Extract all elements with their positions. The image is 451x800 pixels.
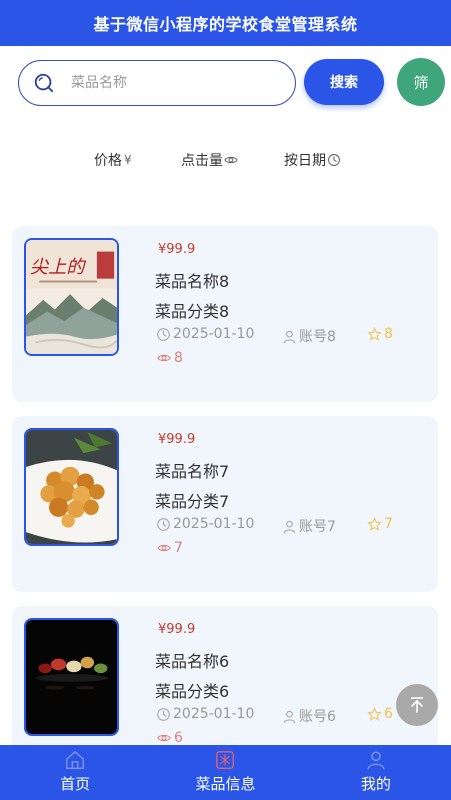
dish-image[interactable] — [24, 428, 119, 546]
price: ¥99.9 — [158, 432, 196, 447]
account-meta: 账号7 — [282, 516, 336, 536]
tab-mine-label: 我的 — [360, 775, 391, 793]
star-count: 8 — [384, 326, 393, 342]
sort-by-date[interactable]: 按日期 — [284, 150, 341, 170]
dish-category: 菜品分类8 — [155, 302, 230, 321]
dish-icon — [216, 751, 235, 769]
eye-icon — [157, 354, 171, 362]
tab-dish-info[interactable]: 菜品信息 — [150, 745, 300, 800]
dish-image[interactable]: 尖上的 — [24, 238, 119, 356]
svg-text:尖上的: 尖上的 — [30, 257, 87, 278]
account-text: 账号7 — [299, 519, 336, 535]
star-icon — [367, 326, 382, 341]
search-box[interactable] — [18, 60, 296, 106]
list-item[interactable]: ¥99.9 菜品名称7 菜品分类7 2025-01-10 账号7 7 7 — [12, 416, 438, 592]
landscape-poster-image: 尖上的 — [26, 240, 117, 354]
account-meta: 账号6 — [282, 706, 336, 726]
tab-home-label: 首页 — [60, 775, 91, 793]
page-header: 基于微信小程序的学校食堂管理系统 — [0, 0, 451, 46]
search-row: 搜索 筛 — [0, 58, 451, 108]
fried-food-image — [26, 430, 117, 544]
account-meta: 账号8 — [282, 326, 336, 346]
sort-clicks-label: 点击量 — [181, 153, 223, 169]
date-meta: 2025-01-10 — [156, 706, 254, 722]
search-input[interactable] — [71, 75, 271, 91]
back-to-top-button[interactable] — [396, 684, 438, 726]
star-icon — [367, 516, 382, 531]
dish-name: 菜品名称6 — [155, 652, 230, 671]
arrow-up-icon — [411, 697, 423, 713]
list-item[interactable]: 尖上的 ¥99.9 菜品名称8 菜品分类8 2025-01-10 账号8 8 8 — [12, 226, 438, 402]
clock-icon — [157, 517, 170, 531]
sort-by-price[interactable]: 价格 ¥ — [94, 150, 132, 170]
sort-date-label: 按日期 — [284, 153, 326, 169]
dish-category: 菜品分类7 — [155, 492, 230, 511]
star-icon — [367, 706, 382, 721]
price: ¥99.9 — [158, 622, 196, 637]
tab-dish-info-label: 菜品信息 — [195, 775, 256, 793]
yuan-icon: ¥ — [124, 153, 132, 167]
tab-home[interactable]: 首页 — [0, 745, 150, 800]
account-text: 账号6 — [299, 709, 336, 725]
page-title: 基于微信小程序的学校食堂管理系统 — [93, 15, 358, 34]
bottom-tab-bar: 首页 菜品信息 我的 — [0, 745, 451, 800]
sort-price-label: 价格 — [94, 153, 122, 169]
eye-icon — [157, 734, 171, 742]
date-text: 2025-01-10 — [173, 326, 255, 342]
dish-name: 菜品名称8 — [155, 272, 230, 291]
sort-by-clicks[interactable]: 点击量 — [181, 150, 238, 170]
user-icon — [283, 710, 296, 723]
date-text: 2025-01-10 — [173, 516, 255, 532]
date-text: 2025-01-10 — [173, 706, 255, 722]
sort-bar: 价格 ¥ 点击量 按日期 — [0, 140, 451, 180]
dish-image[interactable] — [24, 618, 119, 736]
star-count: 7 — [384, 516, 393, 532]
views-meta: 8 — [156, 350, 183, 366]
eye-icon — [224, 156, 238, 164]
tab-mine[interactable]: 我的 — [301, 745, 451, 800]
views-count: 7 — [174, 540, 183, 556]
views-count: 6 — [174, 730, 183, 746]
views-meta: 6 — [156, 730, 183, 746]
clock-icon — [157, 707, 170, 721]
star-meta[interactable]: 7 — [367, 516, 393, 532]
clock-icon — [157, 327, 170, 341]
clock-icon — [328, 154, 340, 166]
star-meta[interactable]: 6 — [367, 706, 393, 722]
user-icon — [367, 751, 385, 770]
eye-icon — [157, 544, 171, 552]
home-icon — [66, 751, 85, 769]
filter-button[interactable]: 筛 — [397, 58, 445, 106]
views-count: 8 — [174, 350, 183, 366]
star-count: 6 — [384, 706, 393, 722]
account-text: 账号8 — [299, 329, 336, 345]
star-meta[interactable]: 8 — [367, 326, 393, 342]
price: ¥99.9 — [158, 242, 196, 257]
dish-category: 菜品分类6 — [155, 682, 230, 701]
user-icon — [283, 330, 296, 343]
search-icon — [34, 73, 54, 93]
date-meta: 2025-01-10 — [156, 326, 254, 342]
dish-name: 菜品名称7 — [155, 462, 230, 481]
views-meta: 7 — [156, 540, 183, 556]
dark-food-image — [26, 620, 117, 734]
user-icon — [283, 520, 296, 533]
date-meta: 2025-01-10 — [156, 516, 254, 532]
search-button[interactable]: 搜索 — [304, 59, 384, 105]
